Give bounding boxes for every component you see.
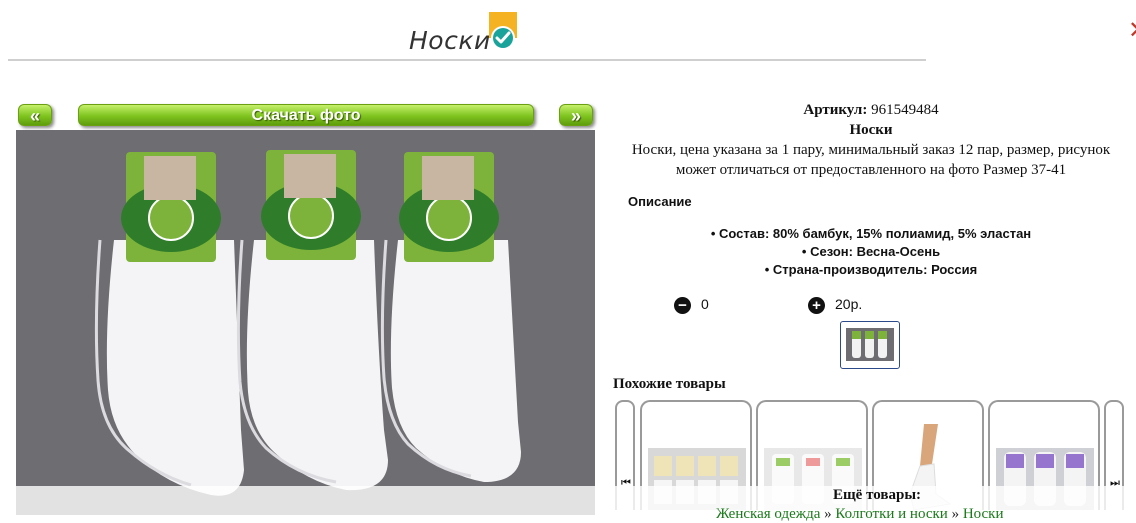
price-control: +20р. — [808, 296, 862, 314]
download-photo-button[interactable]: Скачать фото — [78, 104, 534, 126]
page-header: Носки — [0, 0, 935, 61]
article-line: Артикул: 961549484 — [610, 100, 1132, 120]
description-heading: Описание — [628, 194, 692, 209]
breadcrumb-link[interactable]: Женская одежда — [716, 506, 820, 522]
sock-pair-2 — [236, 150, 388, 491]
property-item: Сезон: Весна-Осень — [610, 243, 1132, 261]
property-item: Страна-производитель: Россия — [610, 261, 1132, 279]
breadcrumb-separator: » — [951, 506, 960, 522]
more-products-label: Ещё товары: — [833, 487, 922, 503]
photo-thumbnail[interactable] — [840, 321, 900, 369]
product-summary: Носки, цена указана за 1 пару, минимальн… — [631, 142, 1111, 178]
article-label: Артикул: — [803, 102, 868, 118]
similar-heading: Похожие товары — [613, 376, 726, 392]
breadcrumb-link[interactable]: Колготки и носки — [835, 506, 947, 522]
thumbnail-image — [846, 328, 894, 361]
prev-photo-button[interactable]: « — [18, 104, 52, 126]
sock-pair-1 — [94, 152, 244, 496]
minus-circle-icon[interactable]: − — [674, 296, 691, 314]
property-list: Состав: 80% бамбук, 15% полиамид, 5% эла… — [610, 225, 1132, 279]
plus-circle-icon[interactable]: + — [808, 296, 825, 314]
breadcrumb-link[interactable]: Носки — [963, 506, 1004, 522]
header-divider — [8, 59, 926, 61]
product-photo[interactable] — [16, 130, 595, 515]
page-title: Носки — [409, 26, 491, 55]
property-item: Состав: 80% бамбук, 15% полиамид, 5% эла… — [610, 225, 1132, 243]
quantity-control: −0 — [674, 296, 709, 314]
sock-pair-3 — [380, 152, 521, 482]
product-name: Носки — [849, 122, 893, 138]
close-icon[interactable]: ✕ — [1128, 16, 1136, 44]
article-value: 961549484 — [871, 102, 939, 118]
product-info: Артикул: 961549484 Носки Носки, цена ука… — [610, 100, 1132, 180]
verified-check-icon — [489, 12, 517, 50]
next-photo-button[interactable]: » — [559, 104, 593, 126]
price-value: 20р. — [835, 296, 863, 312]
breadcrumb-separator: » — [824, 506, 832, 522]
quantity-value: 0 — [701, 296, 709, 312]
